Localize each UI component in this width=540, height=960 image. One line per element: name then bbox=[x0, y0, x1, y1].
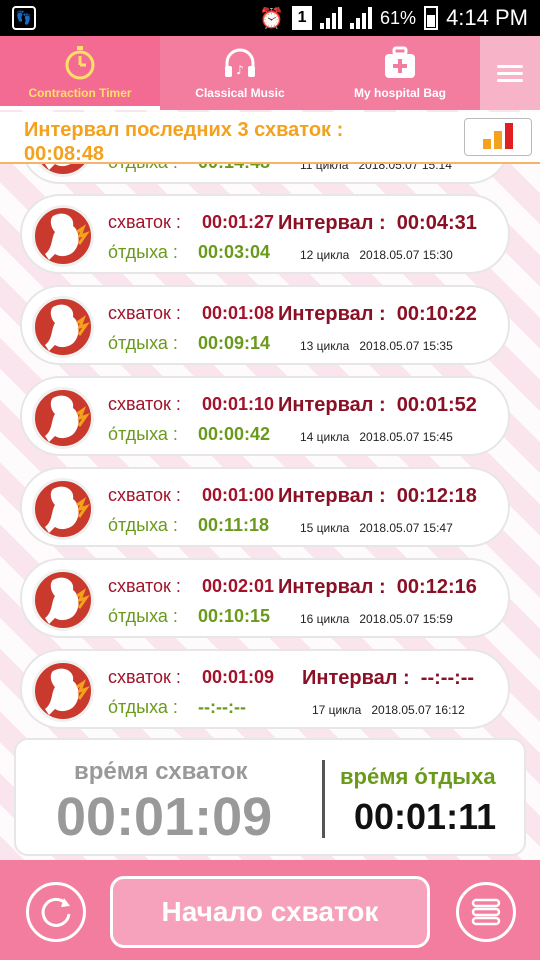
rest-label: о́тдыха : bbox=[108, 606, 178, 626]
contraction-value: 00:01:27 bbox=[202, 212, 275, 232]
notification-icon: 👣 bbox=[12, 6, 36, 30]
contraction-value: 00:01:10 bbox=[202, 394, 275, 414]
rest-value: 00:14:48 bbox=[198, 164, 270, 173]
statistics-button[interactable] bbox=[464, 118, 532, 156]
rest-label: о́тдыха : bbox=[108, 242, 178, 262]
contraction-label: схваток : bbox=[108, 576, 181, 596]
rest-time-value: 00:01:11 bbox=[354, 796, 497, 837]
list-icon bbox=[471, 898, 501, 926]
interval-info: Интервал : 00:04:31 bbox=[278, 212, 477, 234]
clock: 4:14 PM bbox=[446, 5, 528, 30]
rest-label: о́тдыха : bbox=[108, 515, 178, 535]
list-item[interactable]: схваток : 00:01:09 Интервал : --:--:-- о… bbox=[20, 649, 510, 729]
interval-info: Интервал : 00:12:18 bbox=[278, 485, 477, 507]
rest-value: 00:11:18 bbox=[198, 515, 270, 535]
contraction-time-label: вре́мя схваток bbox=[74, 758, 248, 785]
menu-button[interactable] bbox=[480, 36, 540, 110]
start-contraction-button[interactable]: Начало схваток bbox=[110, 876, 430, 948]
contraction-label: схваток : bbox=[108, 394, 181, 414]
bottom-bar: Начало схваток bbox=[0, 860, 540, 960]
contraction-value: 00:01:09 bbox=[202, 667, 275, 687]
contraction-value: 00:02:01 bbox=[202, 576, 275, 596]
list-item[interactable]: схваток : 00:02:01 Интервал : 00:12:16 о… bbox=[20, 558, 510, 638]
contraction-label: схваток : bbox=[108, 303, 181, 323]
divider bbox=[322, 760, 325, 838]
list-item[interactable]: схваток : 00:01:27 Интервал : 00:04:31 о… bbox=[20, 194, 510, 274]
sim-indicator: 1 bbox=[292, 6, 313, 30]
hospital-bag-icon bbox=[383, 46, 417, 80]
contraction-label: схваток : bbox=[108, 485, 181, 505]
status-bar: 👣 ⏰ 1 61% 4:14 PM bbox=[0, 0, 540, 36]
history-list-button[interactable] bbox=[456, 882, 516, 942]
signal-icon-2 bbox=[350, 7, 373, 29]
rest-value: 00:10:15 bbox=[198, 606, 271, 626]
contraction-label: схваток : bbox=[108, 667, 181, 687]
list-item[interactable]: схваток : 00:01:00 Интервал : 00:12:18 о… bbox=[20, 467, 510, 547]
tab-contraction-timer[interactable]: Contraction Timer bbox=[0, 36, 160, 110]
cycle-info: 12 цикла 2018.05.07 15:30 bbox=[300, 248, 453, 262]
tab-label: Contraction Timer bbox=[28, 86, 132, 100]
interval-info: Интервал : --:--:-- bbox=[302, 667, 475, 689]
contraction-label: схваток : bbox=[108, 212, 181, 232]
rest-label: о́тдыха : bbox=[108, 333, 178, 353]
contraction-value: 00:01:08 bbox=[202, 303, 275, 323]
list-item[interactable]: о́тдыха : 00:14:48 11 цикла 2018.05.07 1… bbox=[20, 164, 510, 184]
cycle-info: 11 цикла 2018.05.07 15:14 bbox=[300, 164, 452, 172]
banner-value: 00:08:48 bbox=[24, 143, 105, 165]
signal-icon bbox=[320, 7, 343, 29]
tab-classical-music[interactable]: ♪ Classical Music bbox=[160, 36, 320, 110]
cycle-info: 14 цикла 2018.05.07 15:45 bbox=[300, 430, 453, 444]
interval-info: Интервал : 00:12:16 bbox=[278, 576, 477, 598]
pregnant-woman-icon bbox=[32, 569, 94, 631]
rest-label: о́тдыха : bbox=[108, 164, 178, 173]
rest-label: о́тдыха : bbox=[108, 424, 178, 444]
bar-chart-icon bbox=[483, 139, 491, 149]
banner-label: Интервал последних 3 схваток : bbox=[24, 119, 344, 141]
rest-value: --:--:-- bbox=[198, 697, 246, 717]
tab-label: My hospital Bag bbox=[353, 86, 446, 100]
list-item[interactable]: схваток : 00:01:10 Интервал : 00:01:52 о… bbox=[20, 376, 510, 456]
cycle-info: 13 цикла 2018.05.07 15:35 bbox=[300, 339, 453, 353]
contraction-list[interactable]: о́тдыха : 00:14:48 11 цикла 2018.05.07 1… bbox=[0, 164, 540, 738]
tab-label: Classical Music bbox=[195, 86, 285, 100]
battery-percent: 61% bbox=[380, 7, 417, 28]
contraction-time-value: 00:01:09 bbox=[56, 787, 273, 847]
contraction-value: 00:01:00 bbox=[202, 485, 275, 505]
svg-text:♪: ♪ bbox=[236, 63, 244, 77]
pregnant-woman-icon bbox=[32, 296, 94, 358]
cycle-info: 15 цикла 2018.05.07 15:47 bbox=[300, 521, 453, 535]
list-item[interactable]: схваток : 00:01:08 Интервал : 00:10:22 о… bbox=[20, 285, 510, 365]
cycle-info: 17 цикла 2018.05.07 16:12 bbox=[312, 703, 465, 717]
rest-value: 00:00:42 bbox=[198, 424, 271, 444]
reset-button[interactable] bbox=[26, 882, 86, 942]
interval-info: Интервал : 00:01:52 bbox=[278, 394, 477, 416]
hamburger-icon bbox=[497, 61, 523, 86]
stopwatch-icon bbox=[63, 46, 97, 80]
interval-info: Интервал : 00:10:22 bbox=[278, 303, 477, 325]
summary-panel: вре́мя схваток 00:01:09 вре́мя о́тдыха 0… bbox=[14, 738, 526, 856]
cycle-info: 16 цикла 2018.05.07 15:59 bbox=[300, 612, 453, 626]
tab-bar: Contraction Timer ♪ Classical Music My h… bbox=[0, 36, 540, 110]
pregnant-woman-icon bbox=[32, 164, 94, 177]
rest-time-label: вре́мя о́тдыха bbox=[340, 764, 496, 789]
rest-label: о́тдыха : bbox=[108, 697, 178, 717]
battery-icon bbox=[424, 6, 439, 30]
interval-banner: Интервал последних 3 схваток : 00:08:48 bbox=[0, 112, 540, 165]
tab-hospital-bag[interactable]: My hospital Bag bbox=[320, 36, 480, 110]
alarm-icon: ⏰ bbox=[259, 7, 285, 30]
rest-value: 00:03:04 bbox=[198, 242, 271, 262]
reset-icon bbox=[41, 897, 71, 927]
headphones-icon: ♪ bbox=[223, 46, 257, 80]
rest-value: 00:09:14 bbox=[198, 333, 271, 353]
pregnant-woman-icon bbox=[32, 478, 94, 540]
pregnant-woman-icon bbox=[32, 205, 94, 267]
pregnant-woman-icon bbox=[32, 387, 94, 449]
pregnant-woman-icon bbox=[32, 660, 94, 722]
